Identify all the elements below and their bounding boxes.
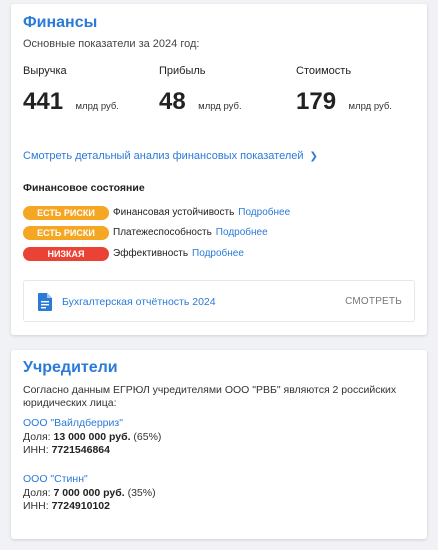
founders-card: Учредители Согласно данным ЕГРЮЛ учредит…: [11, 350, 427, 539]
metric-value-company: Стоимость 179 млрд руб.: [296, 65, 392, 116]
chevron-right-icon: ❯: [309, 151, 318, 162]
risk-badge: ЕСТЬ РИСКИ: [23, 225, 109, 240]
finance-card: Финансы Основные показатели за 2024 год:…: [11, 4, 427, 335]
status-text: Платежеспособность: [113, 227, 212, 238]
metric-unit: млрд руб.: [348, 101, 392, 112]
share-label: Доля:: [23, 430, 51, 443]
metric-unit: млрд руб.: [75, 101, 119, 112]
founder-name-link[interactable]: ООО "Стинн": [23, 473, 88, 485]
metric-unit: млрд руб.: [198, 101, 242, 112]
founders-intro: Согласно данным ЕГРЮЛ учредителями ООО "…: [23, 384, 397, 409]
status-row-efficiency: НИЗКАЯ Эффективность Подробнее: [23, 246, 244, 261]
founder-item: ООО "Стинн" Доля: 7 000 000 руб. (35%) И…: [23, 473, 156, 514]
share-label: Доля:: [23, 486, 51, 499]
accounting-report-row[interactable]: Бухгалтерская отчётность 2024 СМОТРЕТЬ: [23, 280, 415, 322]
founder-share: Доля: 7 000 000 руб. (35%): [23, 487, 156, 501]
share-percent: (35%): [127, 486, 156, 499]
inn-value: 7724910102: [51, 500, 110, 512]
inn-label: ИНН:: [23, 444, 49, 456]
metric-label: Стоимость: [296, 65, 352, 77]
detailed-analysis-link[interactable]: Смотреть детальный анализ финансовых пок…: [23, 150, 318, 162]
more-link[interactable]: Подробнее: [192, 248, 244, 259]
inn-value: 7721546864: [51, 444, 110, 456]
founders-title: Учредители: [23, 359, 118, 376]
finance-title: Финансы: [23, 14, 98, 31]
more-link[interactable]: Подробнее: [238, 207, 290, 218]
report-label: Бухгалтерская отчётность 2024: [62, 296, 216, 308]
finance-subtitle: Основные показатели за 2024 год:: [23, 38, 200, 50]
metric-label: Выручка: [23, 65, 67, 77]
founder-inn: ИНН: 7721546864: [23, 444, 161, 458]
inn-label: ИНН:: [23, 500, 49, 512]
status-row-solvency: ЕСТЬ РИСКИ Платежеспособность Подробнее: [23, 225, 268, 240]
metric-label: Прибыль: [159, 65, 206, 77]
metric-value: 179: [296, 88, 337, 115]
founder-name-link[interactable]: ООО "Вайлдберриз": [23, 417, 123, 429]
status-text: Эффективность: [113, 248, 189, 259]
metric-profit: Прибыль 48 млрд руб.: [159, 65, 242, 116]
metric-revenue: Выручка 441 млрд руб.: [23, 65, 119, 116]
document-icon: [38, 293, 52, 311]
financial-state-title: Финансовое состояние: [23, 182, 145, 194]
detailed-analysis-label: Смотреть детальный анализ финансовых пок…: [23, 150, 304, 162]
founder-inn: ИНН: 7724910102: [23, 500, 156, 514]
metric-value: 48: [159, 88, 186, 115]
risk-badge: ЕСТЬ РИСКИ: [23, 205, 109, 220]
metric-value: 441: [23, 88, 64, 115]
view-report-button[interactable]: СМОТРЕТЬ: [345, 296, 402, 307]
share-amount: 7 000 000 руб.: [53, 486, 125, 499]
more-link[interactable]: Подробнее: [216, 227, 268, 238]
status-text: Финансовая устойчивость: [113, 207, 235, 218]
status-row-stability: ЕСТЬ РИСКИ Финансовая устойчивость Подро…: [23, 205, 290, 220]
founder-item: ООО "Вайлдберриз" Доля: 13 000 000 руб. …: [23, 417, 161, 458]
share-amount: 13 000 000 руб.: [53, 430, 131, 443]
share-percent: (65%): [133, 430, 162, 443]
founder-share: Доля: 13 000 000 руб. (65%): [23, 431, 161, 445]
low-badge: НИЗКАЯ: [23, 246, 109, 261]
